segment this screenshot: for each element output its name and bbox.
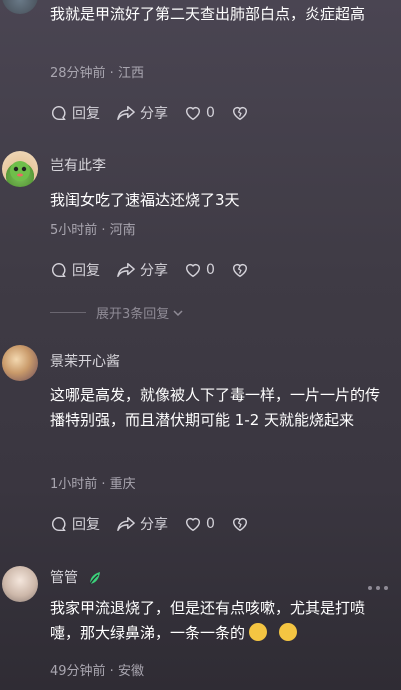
share-icon: [117, 262, 135, 278]
reply-icon: [51, 516, 66, 532]
avatar[interactable]: [2, 566, 38, 602]
share-button[interactable]: 分享: [116, 514, 168, 534]
username[interactable]: 管管: [50, 567, 104, 587]
avatar[interactable]: [2, 0, 38, 14]
avatar-image-icon: [10, 161, 30, 181]
broken-heart-icon: [232, 517, 247, 532]
broken-heart-icon: [232, 106, 247, 121]
like-count: 0: [206, 516, 215, 532]
heart-icon: [185, 263, 201, 278]
chevron-down-icon: [173, 309, 183, 316]
like-count: 0: [206, 105, 215, 121]
leaf-badge-icon: [89, 572, 101, 585]
comment-meta: 49分钟前 · 安徽: [50, 664, 144, 679]
reply-label: 回复: [72, 517, 100, 533]
dislike-button[interactable]: [231, 104, 253, 122]
share-icon: [117, 516, 135, 532]
reply-icon: [51, 105, 66, 121]
reply-button[interactable]: 回复: [50, 514, 100, 534]
comment-actions: 回复 分享 0: [50, 101, 269, 125]
divider: [50, 312, 86, 313]
share-icon: [117, 105, 135, 121]
comment-actions: 回复 分享 0: [50, 258, 269, 282]
dislike-button[interactable]: [231, 515, 253, 533]
expand-replies-label: 展开3条回复: [96, 307, 170, 322]
reply-label: 回复: [72, 106, 100, 122]
heart-icon: [185, 106, 201, 121]
comment-text: 我就是甲流好了第二天查出肺部白点，炎症超高: [50, 5, 366, 23]
comment-text: 我闺女吃了速福达还烧了3天: [50, 191, 240, 209]
comment-text-content: 我家甲流退烧了，但是还有点咳嗽，尤其是打喷嚏，那大绿鼻涕，一条一条的: [50, 599, 366, 642]
reply-button[interactable]: 回复: [50, 103, 100, 123]
comment-meta: 1小时前 · 重庆: [50, 477, 136, 492]
share-label: 分享: [140, 263, 168, 279]
avatar[interactable]: [2, 345, 38, 381]
comment-text: 我家甲流退烧了，但是还有点咳嗽，尤其是打喷嚏，那大绿鼻涕，一条一条的: [50, 596, 390, 646]
expand-replies-button[interactable]: 展开3条回复: [50, 303, 185, 322]
username[interactable]: 岂有此李: [50, 155, 106, 175]
dislike-button[interactable]: [231, 261, 253, 279]
like-button[interactable]: 0: [184, 515, 215, 533]
share-label: 分享: [140, 106, 168, 122]
comment-actions: 回复 分享 0: [50, 512, 269, 536]
share-button[interactable]: 分享: [116, 103, 168, 123]
heart-icon: [185, 517, 201, 532]
reply-button[interactable]: 回复: [50, 260, 100, 280]
broken-heart-icon: [232, 263, 247, 278]
like-count: 0: [206, 262, 215, 278]
share-label: 分享: [140, 517, 168, 533]
username[interactable]: 景茉开心酱: [50, 351, 120, 371]
like-button[interactable]: 0: [184, 261, 215, 279]
like-button[interactable]: 0: [184, 104, 215, 122]
comment-text: 这哪是高发，就像被人下了毒一样，一片一片的传播特别强，而且潜伏期可能 1-2 天…: [50, 386, 381, 429]
comment-meta: 5小时前 · 河南: [50, 223, 136, 238]
username-label: 管管: [50, 570, 78, 586]
avatar[interactable]: [2, 151, 38, 187]
share-button[interactable]: 分享: [116, 260, 168, 280]
more-options-icon[interactable]: [367, 576, 389, 595]
reply-icon: [51, 262, 66, 278]
comment-meta: 28分钟前 · 江西: [50, 66, 144, 81]
reply-label: 回复: [72, 263, 100, 279]
laughing-crying-emoji-icon: [249, 623, 268, 641]
laughing-crying-emoji-icon: [279, 623, 298, 641]
